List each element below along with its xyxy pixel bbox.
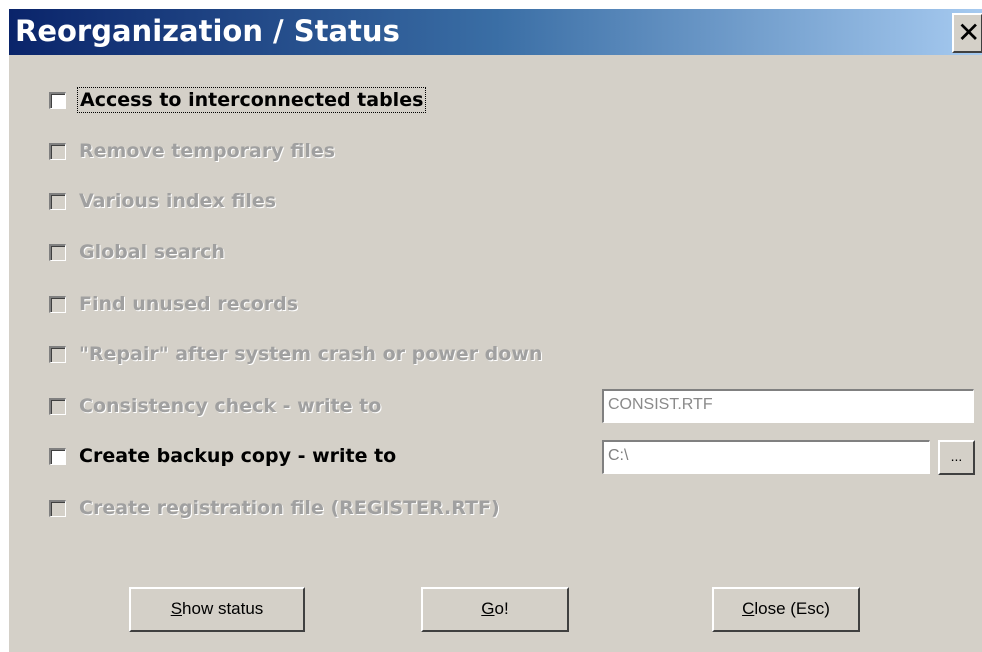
window-title: Reorganization / Status <box>15 14 400 48</box>
option-various-index-files[interactable]: Various index files <box>49 185 276 217</box>
button-label: how status <box>182 599 264 618</box>
go-button[interactable]: Go! <box>421 587 569 632</box>
accelerator-key: S <box>170 599 183 618</box>
option-consistency-check[interactable]: Consistency check - write to <box>49 390 381 422</box>
option-label[interactable]: Access to interconnected tables <box>76 87 427 113</box>
reorganization-dialog: Reorganization / Status ✕ Access to inte… <box>8 8 982 652</box>
button-label: o! <box>494 599 509 618</box>
option-label: Remove temporary files <box>79 140 336 162</box>
checkbox[interactable] <box>49 243 66 261</box>
browse-button[interactable]: ... <box>938 440 975 475</box>
option-label[interactable]: Create backup copy - write to <box>79 445 396 467</box>
option-label: Consistency check - write to <box>79 395 382 417</box>
checkbox[interactable] <box>49 447 66 465</box>
accelerator-key: C <box>742 599 755 618</box>
close-icon[interactable]: ✕ <box>957 16 980 50</box>
show-status-button[interactable]: Show status <box>129 587 305 632</box>
close-esc-button[interactable]: Close (Esc) <box>712 587 860 632</box>
close-window-button[interactable]: ✕ <box>952 13 982 53</box>
option-label: Global search <box>79 241 225 263</box>
option-remove-temporary-files[interactable]: Remove temporary files <box>49 135 335 167</box>
option-label: Create registration file (REGISTER.RTF) <box>79 497 500 519</box>
option-create-registration-file[interactable]: Create registration file (REGISTER.RTF) <box>49 492 500 524</box>
checkbox[interactable] <box>49 345 66 363</box>
checkbox[interactable] <box>49 91 66 109</box>
option-label: Various index files <box>79 190 277 212</box>
consistency-file-field[interactable]: CONSIST.RTF <box>602 389 974 423</box>
button-label: lose (Esc) <box>754 599 830 618</box>
option-access-interconnected-tables[interactable]: Access to interconnected tables <box>49 84 427 116</box>
checkbox[interactable] <box>49 499 66 517</box>
option-create-backup-copy[interactable]: Create backup copy - write to <box>49 440 396 472</box>
backup-path-field[interactable]: C:\ <box>602 440 930 474</box>
option-repair-after-crash[interactable]: "Repair" after system crash or power dow… <box>49 338 542 370</box>
option-global-search[interactable]: Global search <box>49 236 225 268</box>
checkbox[interactable] <box>49 192 66 210</box>
checkbox[interactable] <box>49 295 66 313</box>
option-label: "Repair" after system crash or power dow… <box>79 343 543 365</box>
accelerator-key: G <box>481 599 495 618</box>
option-label: Find unused records <box>79 293 299 315</box>
checkbox[interactable] <box>49 142 66 160</box>
checkbox[interactable] <box>49 397 66 415</box>
title-bar[interactable]: Reorganization / Status ✕ <box>9 9 982 55</box>
option-find-unused-records[interactable]: Find unused records <box>49 288 298 320</box>
